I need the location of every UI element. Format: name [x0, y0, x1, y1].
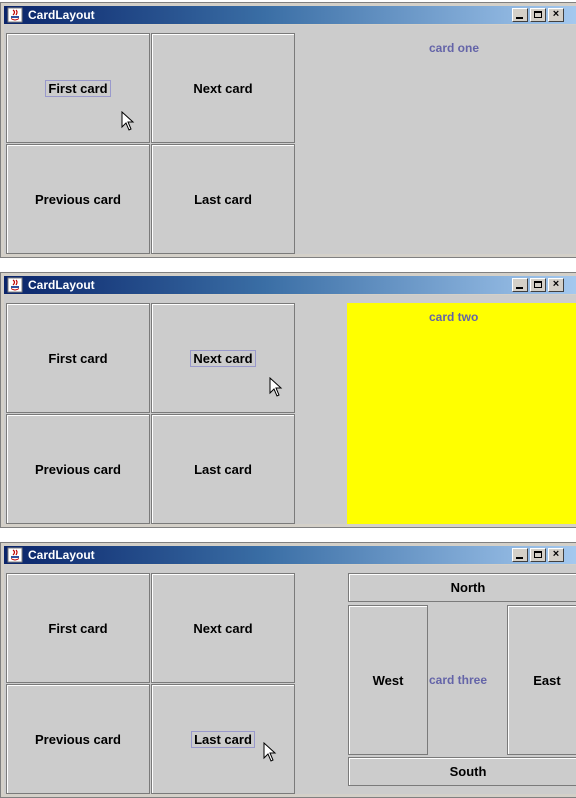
next-card-button[interactable]: Next card [151, 33, 295, 143]
previous-card-button[interactable]: Previous card [6, 144, 150, 254]
first-card-label: First card [48, 620, 108, 636]
minimize-icon [516, 17, 523, 19]
title-bar[interactable]: CardLayout × [4, 276, 576, 294]
first-card-label: First card [48, 350, 108, 366]
last-card-label: Last card [191, 730, 255, 748]
cardlayout-window-2: CardLayout × First card Next card Previo… [0, 272, 576, 528]
minimize-icon [516, 557, 523, 559]
first-card-button[interactable]: First card [6, 573, 150, 683]
close-button[interactable]: × [548, 548, 564, 562]
content-pane: First card Next card Previous card Last … [4, 25, 576, 254]
minimize-button[interactable] [512, 548, 528, 562]
previous-card-label: Previous card [35, 461, 121, 477]
close-icon: × [552, 8, 560, 20]
maximize-button[interactable] [530, 548, 546, 562]
last-card-label: Last card [194, 461, 252, 477]
minimize-button[interactable] [512, 8, 528, 22]
maximize-button[interactable] [530, 278, 546, 292]
west-label: West [372, 672, 404, 688]
window-title: CardLayout [28, 8, 95, 22]
content-pane: First card Next card Previous card Last … [4, 295, 576, 524]
close-button[interactable]: × [548, 278, 564, 292]
east-button[interactable]: East [507, 605, 576, 755]
card-two-panel: card two [347, 303, 576, 524]
previous-card-button[interactable]: Previous card [6, 684, 150, 794]
close-icon: × [552, 548, 560, 560]
north-label: North [450, 580, 486, 595]
north-button[interactable]: North [348, 573, 576, 602]
previous-card-label: Previous card [35, 191, 121, 207]
last-card-button[interactable]: Last card [151, 684, 295, 794]
maximize-icon [534, 281, 542, 288]
maximize-button[interactable] [530, 8, 546, 22]
mouse-pointer-icon [121, 111, 135, 131]
next-card-button[interactable]: Next card [151, 573, 295, 683]
cardlayout-window-1: CardLayout × First card Next card Previo… [0, 2, 576, 258]
maximize-icon [534, 551, 542, 558]
mouse-pointer-icon [269, 377, 283, 397]
last-card-button[interactable]: Last card [151, 414, 295, 524]
minimize-button[interactable] [512, 278, 528, 292]
java-app-icon [7, 547, 23, 563]
south-label: South [449, 764, 487, 779]
close-button[interactable]: × [548, 8, 564, 22]
window-title: CardLayout [28, 278, 95, 292]
java-app-icon [7, 277, 23, 293]
close-icon: × [552, 278, 560, 290]
last-card-button[interactable]: Last card [151, 144, 295, 254]
first-card-label: First card [45, 79, 111, 97]
west-button[interactable]: West [348, 605, 428, 755]
previous-card-button[interactable]: Previous card [6, 414, 150, 524]
maximize-icon [534, 11, 542, 18]
next-card-label: Next card [193, 80, 253, 96]
cardlayout-window-3: CardLayout × First card Next card Previo… [0, 542, 576, 798]
card-three-label: card three [429, 673, 488, 687]
java-app-icon [7, 7, 23, 23]
window-title: CardLayout [28, 548, 95, 562]
minimize-icon [516, 287, 523, 289]
south-button[interactable]: South [348, 757, 576, 786]
card-one-label: card one [429, 41, 480, 55]
first-card-button[interactable]: First card [6, 303, 150, 413]
title-bar[interactable]: CardLayout × [4, 6, 576, 24]
next-card-label: Next card [193, 620, 253, 636]
mouse-pointer-icon [263, 742, 277, 762]
content-pane: First card Next card Previous card Last … [4, 565, 576, 794]
title-bar[interactable]: CardLayout × [4, 546, 576, 564]
previous-card-label: Previous card [35, 731, 121, 747]
card-two-label: card two [429, 310, 479, 324]
next-card-label: Next card [190, 349, 256, 367]
east-label: East [533, 672, 561, 688]
last-card-label: Last card [194, 191, 252, 207]
